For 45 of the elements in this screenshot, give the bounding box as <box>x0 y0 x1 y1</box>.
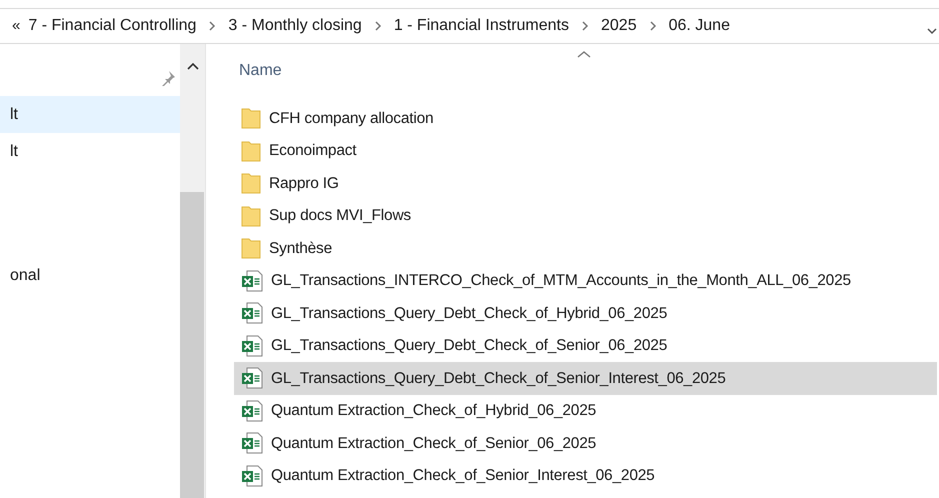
spreadsheet-icon <box>241 367 263 390</box>
file-row[interactable]: Quantum Extraction_Check_of_Hybrid_06_2025 <box>234 394 937 427</box>
column-header[interactable]: Name <box>239 59 282 83</box>
sort-up-icon <box>577 50 591 58</box>
folder-icon <box>241 140 261 162</box>
breadcrumb-item[interactable]: 1 - Financial Instruments <box>394 14 569 38</box>
nav-item[interactable]: lt <box>0 96 180 133</box>
file-row[interactable]: GL_Transactions_Query_Debt_Check_of_Senior_06_2025 <box>234 330 937 362</box>
folder-icon <box>241 107 261 130</box>
file-row[interactable]: Rappro IG <box>234 167 937 200</box>
overflow-button[interactable]: « <box>12 14 20 38</box>
breadcrumb-item[interactable]: 06. June <box>668 14 730 38</box>
chevron-right-icon <box>648 21 657 31</box>
breadcrumb-item[interactable]: 3 - Monthly closing <box>228 14 362 38</box>
file-row[interactable]: Quantum Extraction_Check_of_Senior_Interest_06_2025 <box>234 460 937 492</box>
spreadsheet-icon <box>241 302 263 324</box>
dropdown-icon[interactable] <box>927 27 937 35</box>
file-row[interactable]: GL_Transactions_INTERCO_Check_of_MTM_Accounts_in_the_Month_ALL_06_2025 <box>234 264 937 297</box>
file-row[interactable]: CFH company allocation <box>234 102 937 134</box>
scroll-up-icon[interactable] <box>186 62 198 70</box>
file-row[interactable]: GL_Transactions_Query_Debt_Check_of_Hybrid_06_2025 <box>234 297 937 330</box>
pin-icon[interactable] <box>160 70 176 86</box>
nav-item[interactable]: lt <box>0 133 180 170</box>
file-row[interactable]: Synthèse <box>234 232 937 264</box>
file-row[interactable]: Quantum Extraction_Check_of_Senior_06_2025 <box>234 427 937 460</box>
spreadsheet-icon <box>241 400 263 422</box>
spreadsheet-icon <box>241 432 263 454</box>
spreadsheet-icon <box>241 270 263 292</box>
chevron-right-icon <box>581 21 589 31</box>
spreadsheet-icon <box>241 464 263 487</box>
file-row[interactable]: GL_Transactions_Query_Debt_Check_of_Senior_Interest_06_2025 <box>234 362 937 394</box>
scrollbar[interactable] <box>180 44 205 498</box>
address-bar[interactable]: « 7 - Financial Controlling 3 - Monthly closing 1 - Financial Instruments 2025 06. June <box>0 8 939 44</box>
breadcrumb-item[interactable]: 2025 <box>601 14 637 38</box>
folder-icon <box>241 172 261 194</box>
breadcrumb-item[interactable]: 7 - Financial Controlling <box>28 14 196 38</box>
chevron-right-icon <box>208 21 216 31</box>
folder-icon <box>241 237 261 260</box>
nav-item[interactable]: onal <box>0 257 180 294</box>
chevron-right-icon <box>374 21 382 31</box>
file-row[interactable]: Sup docs MVI_Flows <box>234 200 937 232</box>
scrollbar-thumb[interactable] <box>180 192 204 498</box>
spreadsheet-icon <box>241 334 263 357</box>
folder-icon <box>241 204 261 227</box>
file-row[interactable]: Econoimpact <box>234 134 937 167</box>
